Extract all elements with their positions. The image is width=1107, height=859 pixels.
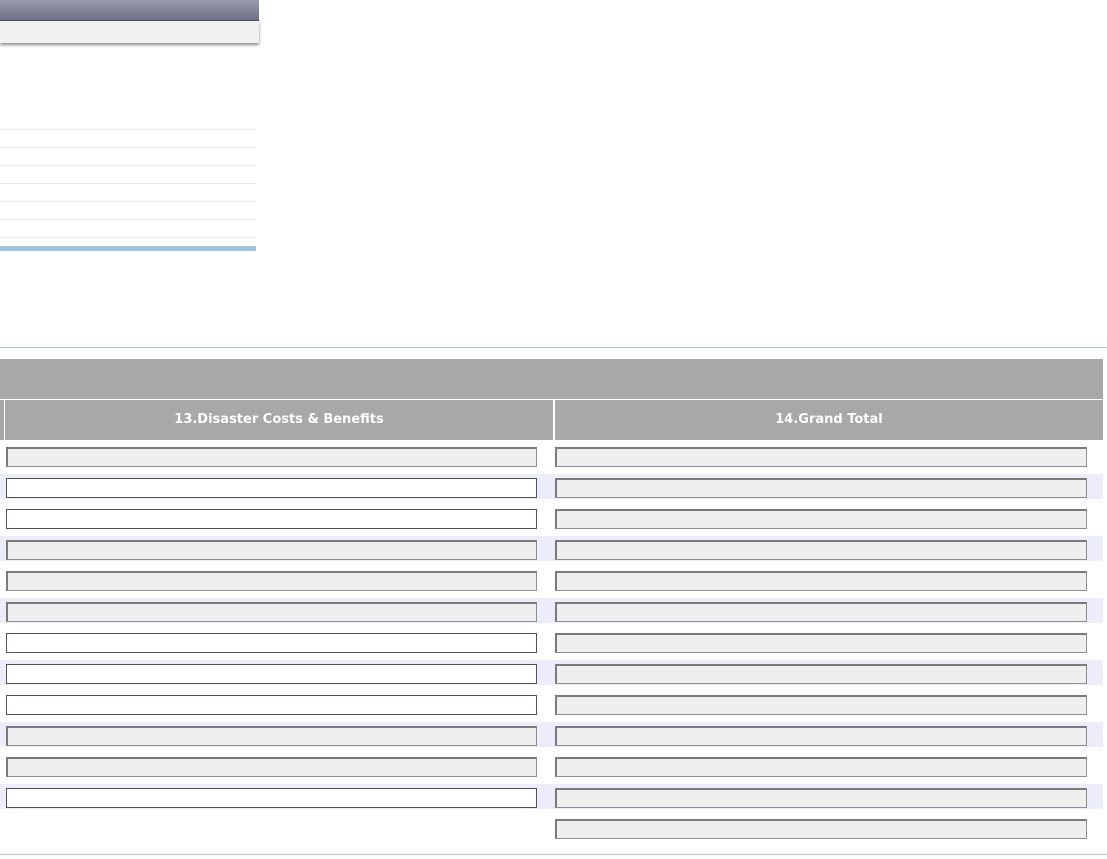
disaster-costs-field[interactable] — [6, 447, 537, 467]
grand-total-field[interactable] — [555, 788, 1087, 808]
disaster-costs-field[interactable] — [6, 664, 537, 684]
sidebar-accent-bar — [0, 246, 256, 251]
disaster-costs-field[interactable] — [6, 695, 537, 715]
header-edge — [0, 400, 4, 440]
disaster-costs-field[interactable] — [6, 478, 537, 498]
disaster-costs-field[interactable] — [6, 757, 537, 777]
sidebar-item[interactable] — [0, 165, 256, 183]
column-header-disaster-costs: 13.Disaster Costs & Benefits — [5, 400, 553, 440]
grand-total-field[interactable] — [555, 695, 1087, 715]
section-title-band — [0, 359, 1103, 399]
grand-total-field[interactable] — [555, 726, 1087, 746]
grand-total-field[interactable] — [555, 509, 1087, 529]
grand-total-field[interactable] — [555, 602, 1087, 622]
grand-total-field[interactable] — [555, 571, 1087, 591]
column-header-grand-total: 14.Grand Total — [555, 400, 1103, 440]
sidebar-band — [0, 21, 259, 43]
disaster-costs-field[interactable] — [6, 509, 537, 529]
grand-total-field[interactable] — [555, 447, 1087, 467]
sidebar-list — [0, 129, 256, 255]
sidebar-item[interactable] — [0, 201, 256, 219]
disaster-costs-field[interactable] — [6, 633, 537, 653]
grand-total-field[interactable] — [555, 757, 1087, 777]
disaster-costs-field[interactable] — [6, 571, 537, 591]
disaster-costs-field[interactable] — [6, 788, 537, 808]
sidebar-item[interactable] — [0, 129, 256, 147]
grand-total-field[interactable] — [555, 664, 1087, 684]
disaster-costs-field[interactable] — [6, 540, 537, 560]
disaster-costs-field[interactable] — [6, 602, 537, 622]
section-divider-top — [0, 347, 1107, 348]
grand-total-field[interactable] — [555, 540, 1087, 560]
disaster-costs-field[interactable] — [6, 726, 537, 746]
grand-total-sum-field[interactable] — [555, 819, 1087, 839]
sidebar-header — [0, 0, 259, 21]
sidebar-item[interactable] — [0, 219, 256, 237]
grand-total-field[interactable] — [555, 478, 1087, 498]
section-divider-bottom — [0, 854, 1107, 855]
sidebar-item[interactable] — [0, 183, 256, 201]
grand-total-field[interactable] — [555, 633, 1087, 653]
sidebar-item[interactable] — [0, 147, 256, 165]
